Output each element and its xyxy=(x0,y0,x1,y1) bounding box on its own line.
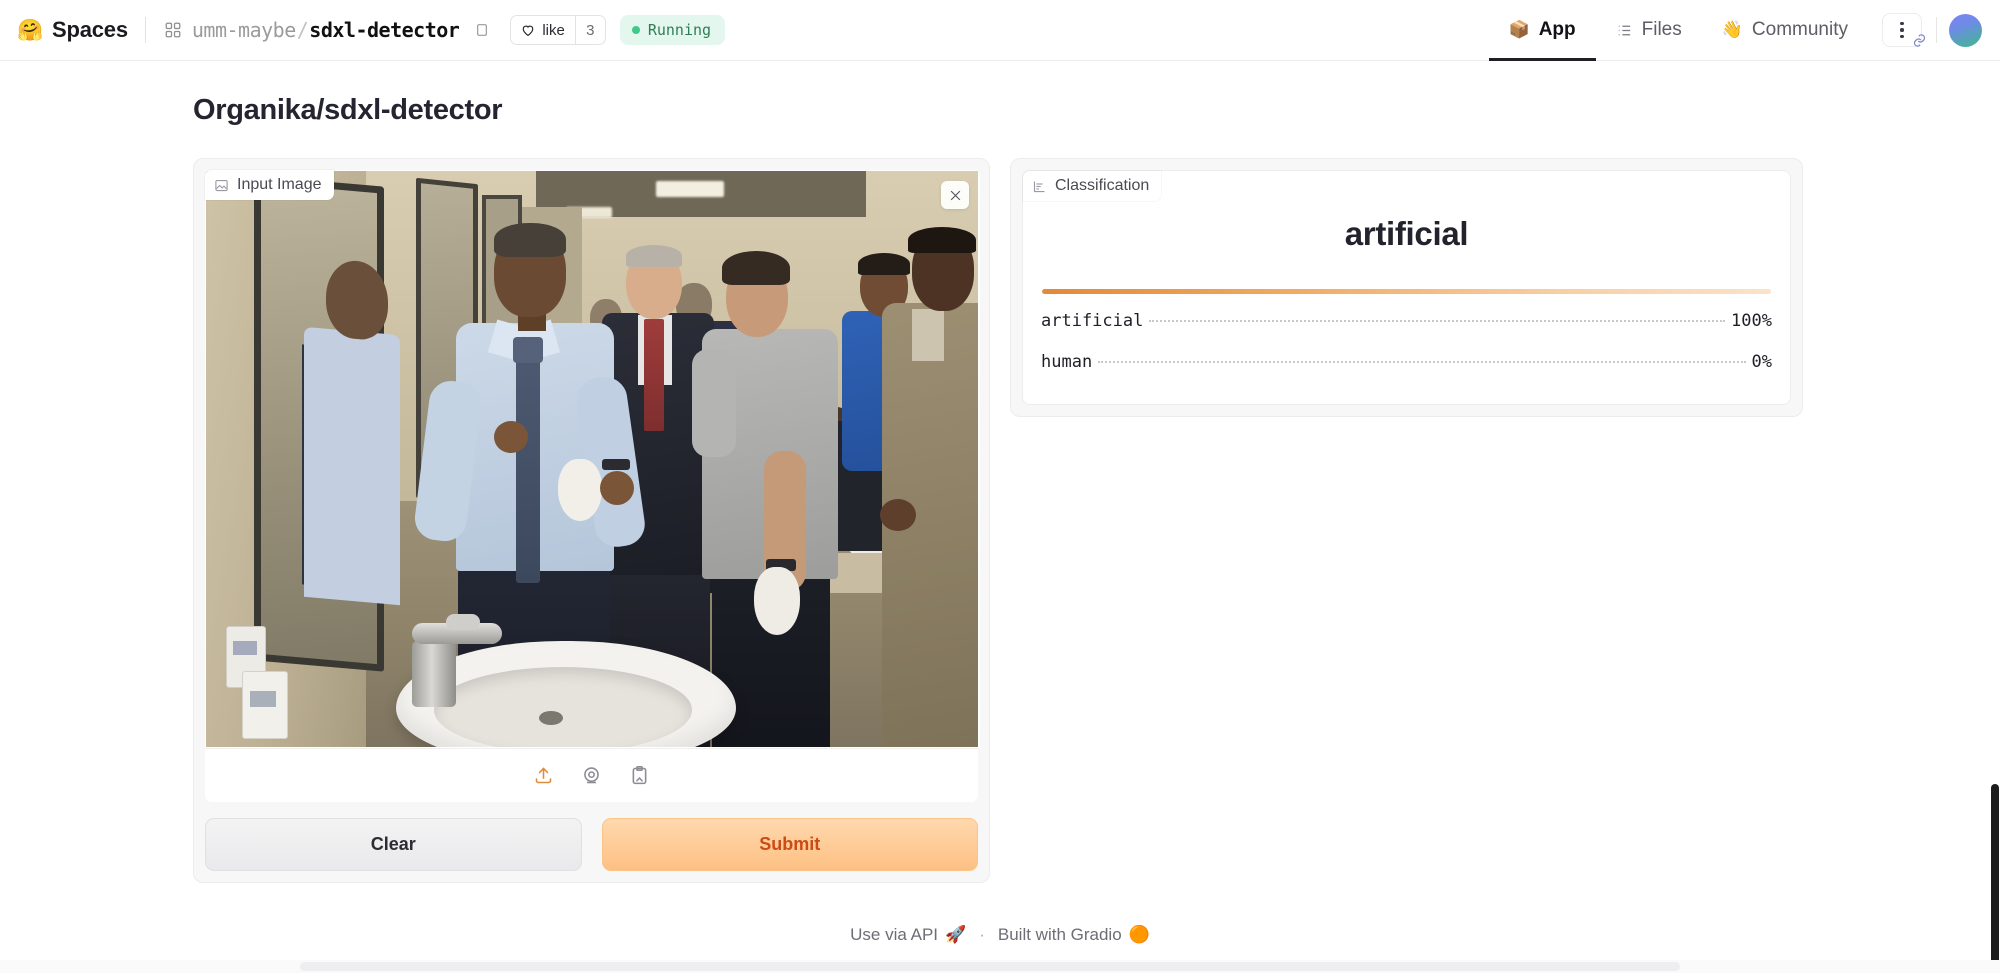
tab-app-label: App xyxy=(1538,19,1576,40)
spaces-brand-label[interactable]: Spaces xyxy=(52,17,128,43)
files-icon xyxy=(1616,22,1633,39)
uploaded-photo xyxy=(206,171,978,747)
breadcrumb-separator: / xyxy=(296,18,309,42)
image-toolbar xyxy=(205,748,978,802)
nav-vertical-separator xyxy=(1936,17,1937,43)
nav-divider xyxy=(144,17,146,43)
built-with-gradio-link[interactable]: Built with Gradio 🟠 xyxy=(998,925,1150,945)
breadcrumb: umm-maybe / sdxl-detector xyxy=(192,18,460,42)
avatar[interactable] xyxy=(1949,13,1982,47)
upload-icon[interactable] xyxy=(533,765,554,786)
clear-button[interactable]: Clear xyxy=(205,818,582,871)
right-column: Classification artificial artificial 100… xyxy=(1010,158,1803,883)
status-dot-icon xyxy=(631,26,640,34)
copy-icon[interactable] xyxy=(470,19,492,41)
confidence-bar-track xyxy=(1042,289,1771,294)
wave-hand-icon: 👋 xyxy=(1721,20,1743,39)
tab-files-label: Files xyxy=(1641,19,1682,40)
paste-clipboard-icon[interactable] xyxy=(629,765,650,786)
classification-body: artificial artificial 100% human 0% xyxy=(1023,171,1790,372)
bar-chart-icon xyxy=(1032,179,1047,194)
like-button-group[interactable]: like 3 xyxy=(510,15,606,45)
input-image-block: Input Image xyxy=(205,170,980,802)
like-label: like xyxy=(542,21,565,39)
vertical-scrollbar[interactable] xyxy=(1987,122,2000,973)
classification-panel: Classification artificial artificial 100… xyxy=(1022,170,1791,405)
like-count: 3 xyxy=(574,16,605,44)
status-label: Running xyxy=(647,21,712,39)
gradio-logo-icon: 🟠 xyxy=(1128,925,1150,944)
horizontal-scrollbar-thumb[interactable] xyxy=(300,962,1680,971)
horizontal-scrollbar[interactable] xyxy=(0,960,2000,973)
leader-dots xyxy=(1098,361,1746,363)
rocket-icon: 🚀 xyxy=(945,925,967,944)
webcam-icon[interactable] xyxy=(581,765,602,786)
vertical-scrollbar-thumb[interactable] xyxy=(1991,784,1999,973)
classification-label: Classification xyxy=(1023,171,1162,201)
nav-right-group: 📦 App Files 👋 Community xyxy=(1488,0,1982,61)
link-icon xyxy=(1912,33,1927,51)
footer: Use via API 🚀 · Built with Gradio 🟠 xyxy=(0,925,2000,945)
breadcrumb-repo-name[interactable]: sdxl-detector xyxy=(309,18,460,42)
classification-row: artificial 100% xyxy=(1041,311,1772,331)
built-with-gradio-label: Built with Gradio xyxy=(997,925,1122,944)
tab-app[interactable]: 📦 App xyxy=(1488,0,1596,61)
classification-outer-panel: Classification artificial artificial 100… xyxy=(1010,158,1803,417)
confidence-bar-fill xyxy=(1042,289,1771,294)
page-title: Organika/sdxl-detector xyxy=(193,94,503,126)
input-image-label-text: Input Image xyxy=(237,176,322,193)
tab-files[interactable]: Files xyxy=(1596,0,1702,61)
space-icon xyxy=(163,20,183,40)
class-label: artificial xyxy=(1041,311,1144,331)
like-button[interactable]: like xyxy=(511,16,575,44)
close-icon[interactable] xyxy=(941,181,969,209)
classification-label-text: Classification xyxy=(1055,177,1150,194)
breadcrumb-owner[interactable]: umm-maybe xyxy=(192,18,296,42)
tab-community-label: Community xyxy=(1751,19,1848,40)
huggingface-logo-icon[interactable]: 🤗 xyxy=(17,18,43,43)
use-via-api-link[interactable]: Use via API 🚀 xyxy=(850,925,966,945)
input-image-label: Input Image xyxy=(205,170,334,200)
kebab-menu-icon xyxy=(1900,21,1904,39)
left-column: Input Image Clear Submit xyxy=(193,158,990,883)
classification-row: human 0% xyxy=(1041,352,1772,372)
kebab-menu-button[interactable] xyxy=(1882,13,1926,47)
class-value: 0% xyxy=(1751,352,1772,372)
footer-separator: · xyxy=(979,925,985,944)
class-value: 100% xyxy=(1731,311,1772,331)
action-buttons-row: Clear Submit xyxy=(205,818,978,871)
use-via-api-label: Use via API xyxy=(850,925,939,944)
cube-icon: 📦 xyxy=(1508,20,1530,39)
status-badge: Running xyxy=(619,15,726,45)
leader-dots xyxy=(1149,320,1726,322)
top-navigation-bar: 🤗 Spaces umm-maybe / sdxl-detector like … xyxy=(0,0,2000,61)
image-icon xyxy=(214,178,229,193)
heart-icon xyxy=(523,25,534,37)
nav-left-group: 🤗 Spaces umm-maybe / sdxl-detector like … xyxy=(17,15,726,45)
main-columns: Input Image Clear Submit Classification … xyxy=(0,127,2000,883)
input-image-preview[interactable] xyxy=(205,170,980,748)
tab-community[interactable]: 👋 Community xyxy=(1702,0,1868,61)
input-image-panel: Input Image Clear Submit xyxy=(193,158,990,883)
page-content: Organika/sdxl-detector Input Image Clear… xyxy=(0,61,2000,973)
class-label: human xyxy=(1041,352,1093,372)
submit-button[interactable]: Submit xyxy=(601,818,978,871)
classification-headline: artificial xyxy=(1344,215,1469,252)
